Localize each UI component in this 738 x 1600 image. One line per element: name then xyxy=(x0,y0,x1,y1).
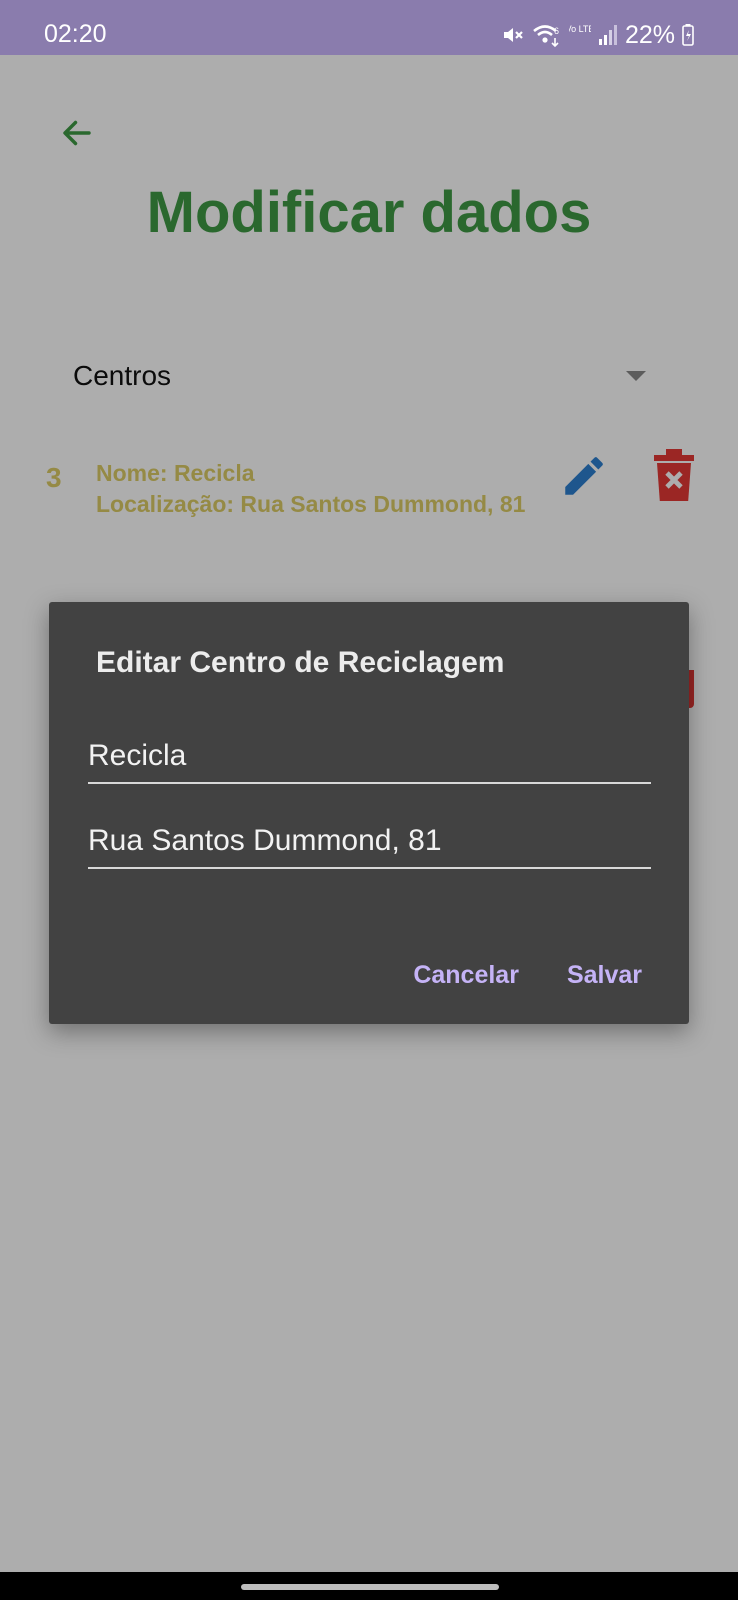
signal-icon xyxy=(598,23,618,47)
save-button[interactable]: Salvar xyxy=(567,960,642,990)
wifi-icon: 6 xyxy=(532,22,562,48)
status-bar: 02:20 6 Vo LTE xyxy=(0,0,738,55)
wifi-label: 6 xyxy=(554,26,559,36)
cancel-button[interactable]: Cancelar xyxy=(413,960,519,990)
navigation-bar xyxy=(0,1572,738,1600)
battery-percent: 22% xyxy=(624,21,675,49)
status-icons: 6 Vo LTE 22% xyxy=(501,18,694,52)
status-time: 02:20 xyxy=(44,20,107,48)
volte-icon: Vo LTE xyxy=(569,22,591,48)
home-indicator[interactable] xyxy=(241,1584,499,1590)
edit-dialog: Editar Centro de Reciclagem Cancelar Sal… xyxy=(49,602,689,1024)
mute-icon xyxy=(501,23,525,47)
battery-icon xyxy=(682,24,694,46)
volte-label: Vo LTE xyxy=(569,24,591,34)
dialog-title: Editar Centro de Reciclagem xyxy=(96,646,505,679)
dialog-actions: Cancelar Salvar xyxy=(413,960,642,990)
name-field[interactable] xyxy=(88,730,651,784)
location-field[interactable] xyxy=(88,815,651,869)
